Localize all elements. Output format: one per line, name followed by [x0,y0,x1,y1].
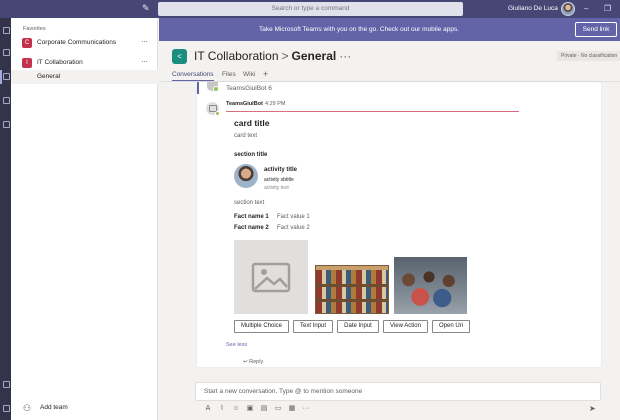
emoji-icon[interactable]: ☺ [231,404,241,414]
team-name: Corporate Communications [37,39,117,46]
maximize-icon[interactable]: ❐ [604,0,611,18]
chat-icon[interactable] [0,46,11,60]
team-title[interactable]: IT Collaboration [194,49,279,63]
message-sender[interactable]: TeamsGiulBot [226,101,263,107]
banner-text: Take Microsoft Teams with you on the go.… [258,26,460,33]
feedback-icon[interactable] [0,402,11,416]
giphy-icon[interactable]: ▣ [245,404,255,414]
add-team-icon: ⚇ [23,403,32,413]
fact-value: Fact value 1 [277,214,310,220]
team-tile: I [22,58,32,68]
activity-avatar [234,164,258,188]
date-input-button[interactable]: Date Input [337,320,379,333]
files-icon[interactable] [0,118,11,132]
message-thread: TeamsGiulBot 6 TeamsGiulBot 4:29 PM card… [197,82,601,367]
app-rail [0,18,11,420]
reply-label: Reply [249,359,264,365]
tab-files[interactable]: Files [222,70,236,80]
see-less-link[interactable]: See less [226,342,247,348]
message-input[interactable] [196,383,600,400]
activity-title: activity title [264,167,298,173]
compose-icon[interactable]: ✎ [142,4,151,13]
channel-name: General [37,73,61,80]
page-title: IT Collaboration > General ··· [194,49,351,64]
more-options-icon[interactable]: ··· [141,36,148,48]
section-text: section text [234,200,265,206]
image-placeholder[interactable] [234,240,308,314]
mobile-app-banner: Take Microsoft Teams with you on the go.… [159,18,620,41]
activity-text: activity text [264,185,289,191]
channel-more-icon[interactable]: ··· [336,49,351,63]
compose-box[interactable] [195,382,601,401]
tab-conversations[interactable]: Conversations [172,70,214,81]
card-title: card title [234,118,270,128]
card-text: card text [234,133,258,139]
send-link-button[interactable]: Send link [575,22,617,37]
open-uri-button[interactable]: Open Uri [432,320,470,333]
attach-icon[interactable]: ⌇ [217,404,227,414]
reply-icon: ↩ [243,359,248,365]
user-avatar[interactable] [561,2,575,16]
group-photo[interactable] [394,257,467,314]
bot-avatar [207,82,219,92]
stream-icon[interactable]: ▦ [287,404,297,414]
minimize-icon[interactable]: – [584,0,588,18]
team-item-corporate-communications[interactable]: C Corporate Communications ··· [11,36,158,50]
conversation-area: TeamsGiulBot 6 TeamsGiulBot 4:29 PM card… [159,82,620,420]
more-apps-icon[interactable]: ··· [301,404,311,414]
presence-status-icon [215,111,220,116]
store-icon[interactable] [0,378,11,392]
meetings-icon[interactable] [0,94,11,108]
image-icon [251,262,291,293]
more-options-icon[interactable]: ··· [141,56,148,68]
channel-item-general[interactable]: General [11,70,158,84]
activity-icon[interactable] [0,24,11,38]
tab-wiki[interactable]: Wiki [243,70,255,80]
team-tile: C [22,38,32,48]
team-initial: C [24,40,30,46]
team-initial: I [26,60,28,66]
add-tab-icon[interactable]: + [263,69,268,79]
fact-value: Fact value 2 [277,225,310,231]
channel-tile-icon: < [172,49,187,64]
previous-sender-name: TeamsGiulBot 6 [226,85,272,92]
favorites-label: Favorites [23,26,46,32]
activity-subtitle: activity sbtitle [264,177,294,183]
message-timestamp: 4:29 PM [265,101,286,107]
sticker-icon[interactable]: ▤ [259,404,269,414]
thread-accent-bar [197,82,199,94]
fact-name: Fact name 2 [234,225,269,231]
fact-name: Fact name 1 [234,214,269,220]
text-input-button[interactable]: Text Input [293,320,333,333]
section-title: section title [234,152,268,158]
teams-icon[interactable] [0,70,11,84]
format-icon[interactable]: A [203,404,213,414]
send-icon[interactable]: ➤ [589,404,599,414]
title-bar: ✎ Giuliano De Luca – ❐ [0,0,620,18]
team-item-it-collaboration[interactable]: I IT Collaboration ··· [11,56,158,70]
channel-title: General [291,49,337,63]
user-name[interactable]: Giuliano De Luca [508,0,558,18]
add-team-label: Add team [40,404,68,411]
meet-now-icon[interactable]: ▭ [273,404,283,414]
bookshelf-photo[interactable] [315,265,389,314]
search-input[interactable] [158,2,463,16]
view-action-button[interactable]: View Action [383,320,428,333]
breadcrumb-separator: > [281,49,289,63]
classification-badge: Private · No classification [557,51,620,61]
bot-avatar[interactable] [205,101,220,116]
card-divider [226,111,519,112]
team-name: IT Collaboration [37,59,83,66]
teams-list: Favorites C Corporate Communications ···… [11,18,158,420]
multiple-choice-button[interactable]: Multiple Choice [234,320,289,333]
reply-button[interactable]: ↩ Reply [243,359,263,365]
channel-header: < IT Collaboration > General ··· Private · … [159,41,620,82]
